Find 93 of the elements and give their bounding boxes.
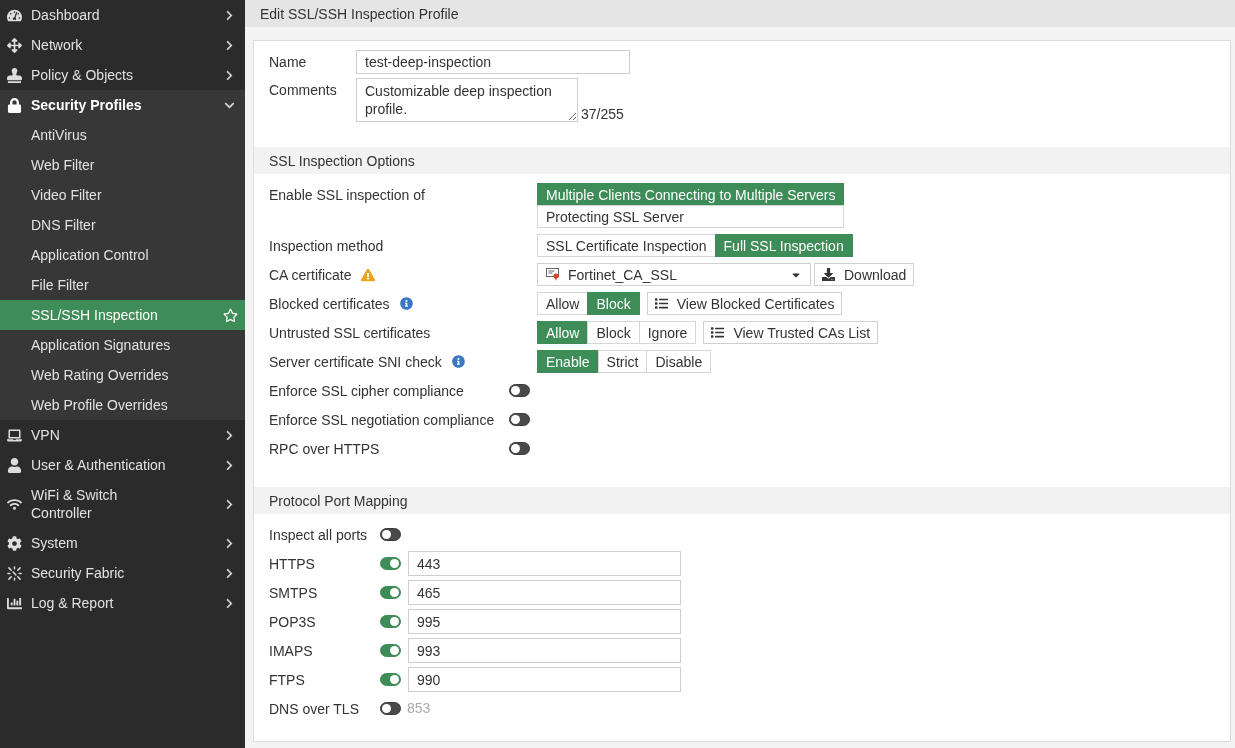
list-icon	[654, 297, 668, 310]
field-label: Enable SSL inspection of	[269, 186, 425, 203]
info-icon[interactable]	[399, 297, 413, 310]
toggle-switch[interactable]	[380, 615, 401, 628]
character-counter: 37/255	[581, 106, 624, 122]
field-label: Blocked certificates	[269, 295, 390, 312]
option-button[interactable]: Block	[587, 321, 640, 344]
sidebar-item[interactable]: System	[0, 528, 245, 558]
field-label: RPC over HTTPS	[269, 440, 380, 457]
sidebar-item[interactable]: Web Filter	[0, 150, 245, 180]
field-label: Enforce SSL negotiation compliance	[269, 411, 495, 428]
view-list-button[interactable]: View Trusted CAs List	[703, 321, 879, 344]
sidebar-item[interactable]: Log & Report	[0, 588, 245, 618]
sidebar-item[interactable]: SSL/SSH Inspection	[0, 300, 245, 330]
toggle-switch[interactable]	[509, 413, 530, 426]
list-icon	[711, 326, 725, 339]
download-icon	[822, 268, 835, 281]
bar-chart-icon	[7, 595, 22, 611]
laptop-icon	[7, 427, 22, 443]
section-title: Protocol Port Mapping	[269, 492, 408, 509]
view-list-button[interactable]: View Blocked Certificates	[646, 292, 843, 315]
sidebar-item[interactable]: DNS Filter	[0, 210, 245, 240]
section-title: SSL Inspection Options	[269, 152, 415, 169]
option-button[interactable]: Allow	[537, 292, 589, 315]
star-icon[interactable]	[223, 307, 238, 323]
toggle-switch[interactable]	[380, 528, 401, 541]
field-label: POP3S	[269, 613, 316, 630]
field-label: Untrusted SSL certificates	[269, 324, 431, 341]
sidebar-item[interactable]: Web Rating Overrides	[0, 360, 245, 390]
page-title: Edit SSL/SSH Inspection Profile	[260, 5, 459, 22]
certificate-icon	[546, 268, 560, 281]
field-label: SMTPS	[269, 584, 318, 601]
sidebar-item[interactable]: VPN	[0, 420, 245, 450]
certificate-select[interactable]: Fortinet_CA_SSL	[537, 263, 811, 286]
toggle-switch[interactable]	[509, 384, 530, 397]
option-button[interactable]: Allow	[537, 321, 589, 344]
field-label: Comments	[269, 81, 337, 100]
option-button[interactable]: Multiple Clients Connecting to Multiple Servers	[537, 183, 845, 206]
gauge-icon	[7, 7, 22, 23]
stamp-icon	[7, 67, 22, 83]
port-field[interactable]: 995	[408, 609, 681, 634]
sidebar-item[interactable]: User & Authentication	[0, 450, 245, 480]
port-value: 853	[407, 699, 431, 718]
option-button[interactable]: Ignore	[638, 321, 697, 344]
name-field[interactable]: test-deep-inspection	[356, 50, 630, 74]
sidebar-item[interactable]: Application Signatures	[0, 330, 245, 360]
wifi-icon	[7, 496, 22, 512]
port-field[interactable]: 990	[408, 667, 681, 692]
option-button[interactable]: SSL Certificate Inspection	[537, 234, 716, 257]
field-label: Inspect all ports	[269, 526, 368, 543]
sidebar-item[interactable]: Security Profiles	[0, 90, 245, 120]
option-button[interactable]: Disable	[646, 350, 712, 373]
field-label: DNS over TLS	[269, 700, 359, 717]
field-label: FTPS	[269, 671, 305, 688]
move-arrows-icon	[7, 37, 22, 53]
sidebar-item[interactable]: AntiVirus	[0, 120, 245, 150]
sidebar-item[interactable]: Policy & Objects	[0, 60, 245, 90]
option-button[interactable]: Full SSL Inspection	[714, 234, 853, 257]
comments-field[interactable]: Customizable deep inspection profile.	[356, 78, 578, 122]
option-button[interactable]: Strict	[597, 350, 648, 373]
field-label: Inspection method	[269, 237, 384, 254]
toggle-switch[interactable]	[380, 644, 401, 657]
sidebar-item[interactable]: Web Profile Overrides	[0, 390, 245, 420]
field-label: Enforce SSL cipher compliance	[269, 382, 464, 399]
lock-icon	[7, 97, 22, 113]
toggle-switch[interactable]	[509, 442, 530, 455]
sidebar-item[interactable]: Security Fabric	[0, 558, 245, 588]
sidebar-item[interactable]: Video Filter	[0, 180, 245, 210]
toggle-switch[interactable]	[380, 557, 401, 570]
sidebar-item[interactable]: WiFi & Switch Controller	[0, 480, 245, 528]
field-label: IMAPS	[269, 642, 313, 659]
sidebar-item[interactable]: Dashboard	[0, 0, 245, 30]
gear-icon	[7, 535, 22, 551]
toggle-switch[interactable]	[380, 673, 401, 686]
option-button[interactable]: Block	[587, 292, 640, 315]
field-label: Name	[269, 53, 307, 72]
toggle-switch[interactable]	[380, 586, 401, 599]
port-field[interactable]: 443	[408, 551, 681, 576]
download-button[interactable]: Download	[814, 263, 915, 286]
field-label: Server certificate SNI check	[269, 353, 442, 370]
user-icon	[7, 457, 22, 473]
dashed-cross-icon	[7, 565, 22, 581]
field-label: CA certificate	[269, 266, 352, 283]
field-label: HTTPS	[269, 555, 315, 572]
info-icon[interactable]	[451, 355, 465, 368]
sidebar-item[interactable]: Application Control	[0, 240, 245, 270]
port-field[interactable]: 465	[408, 580, 681, 605]
option-button[interactable]: Protecting SSL Server	[537, 205, 845, 228]
port-field[interactable]: 993	[408, 638, 681, 663]
option-button[interactable]: Enable	[537, 350, 599, 373]
sidebar-item[interactable]: Network	[0, 30, 245, 60]
sidebar-item[interactable]: File Filter	[0, 270, 245, 300]
toggle-switch[interactable]	[380, 702, 401, 715]
